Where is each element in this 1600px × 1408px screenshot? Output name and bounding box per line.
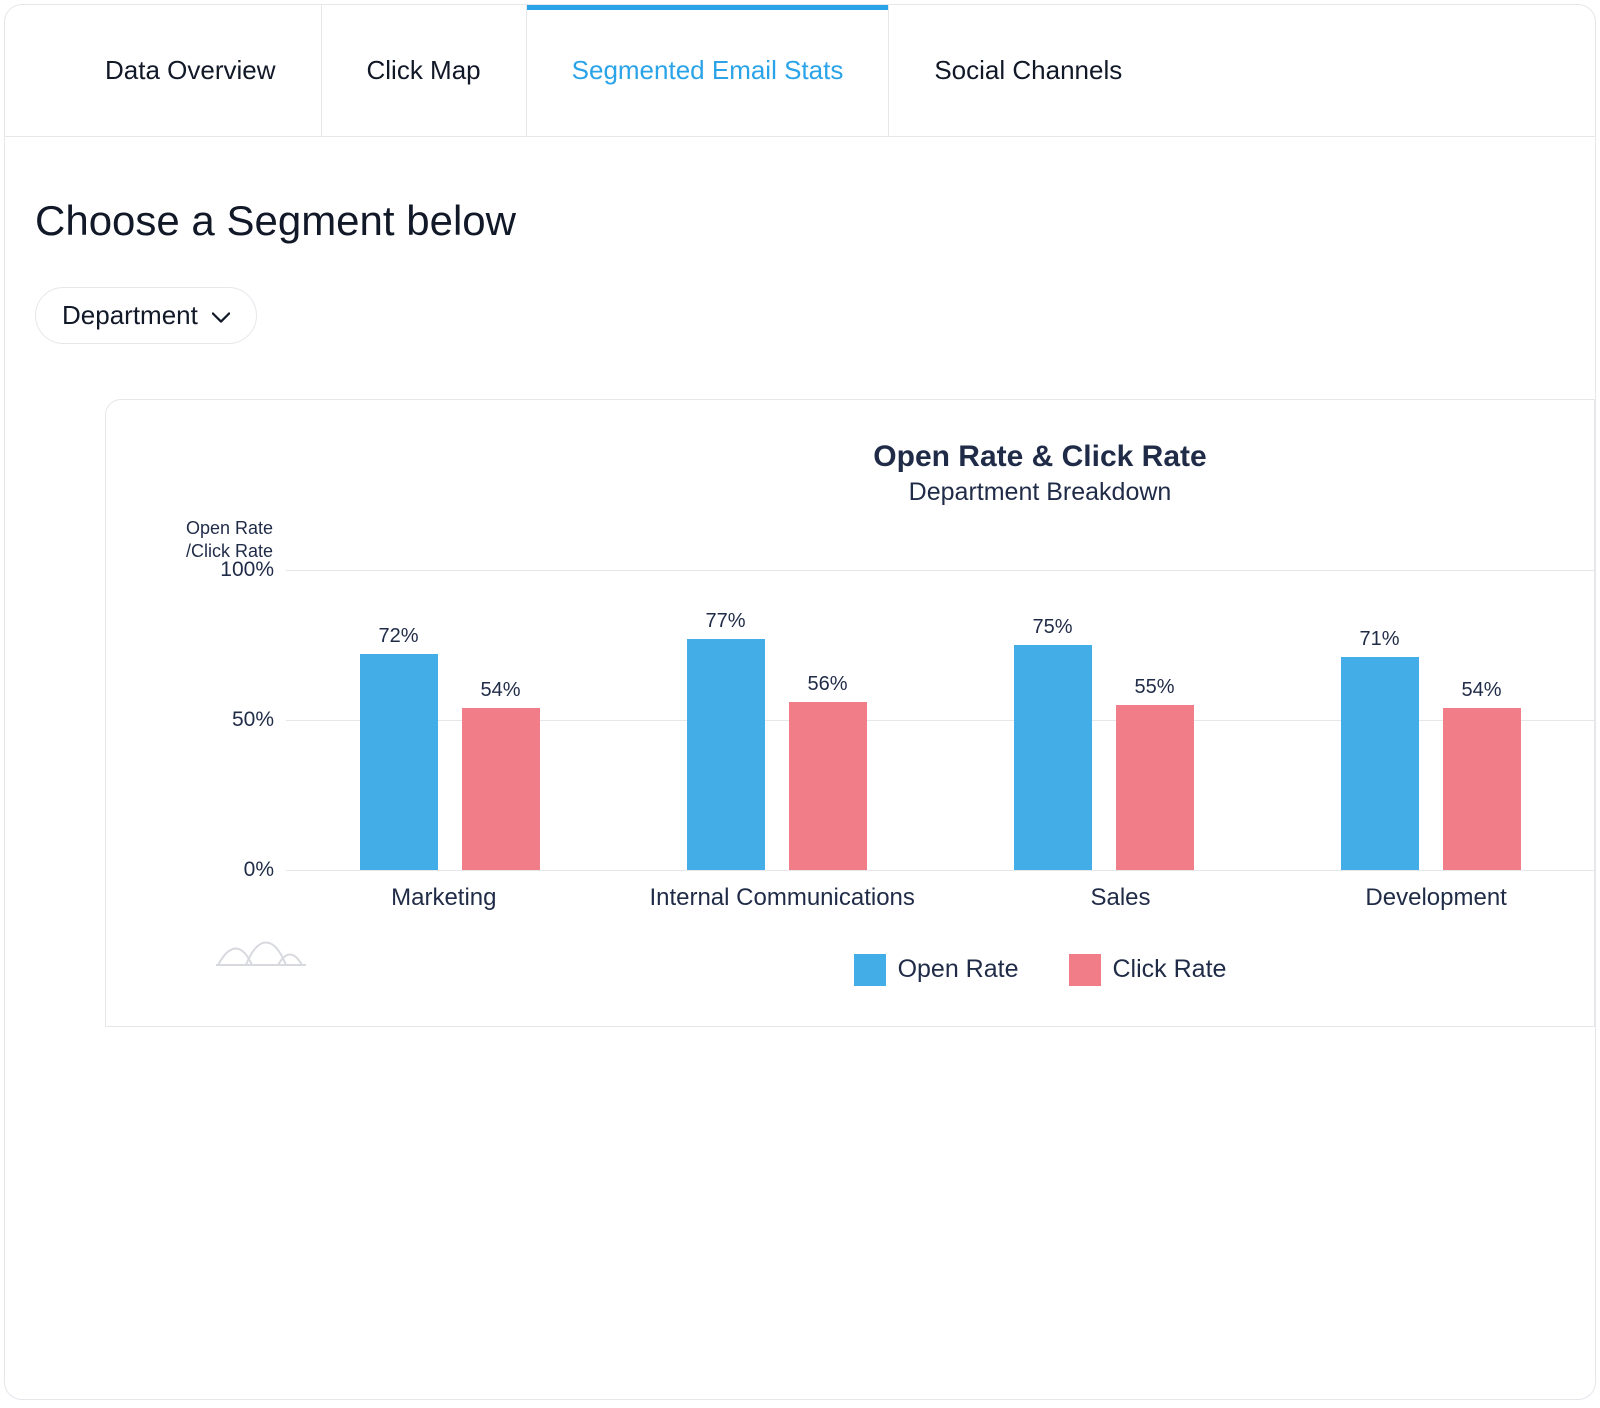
segment-dropdown[interactable]: Department [35, 287, 257, 344]
y-tick-0: 0% [244, 858, 274, 882]
bar-value-label: 75% [1032, 616, 1072, 639]
x-category-label: Development [1326, 870, 1546, 912]
bar-value-label: 54% [1461, 679, 1501, 702]
bar-group: 72% 54% [340, 625, 560, 870]
chart-x-axis: Marketing Internal Communications Sales Dev… [286, 870, 1594, 912]
tab-data-overview[interactable]: Data Overview [60, 5, 322, 136]
bar-click-rate [462, 708, 540, 870]
legend-click-rate: Click Rate [1069, 954, 1227, 986]
tab-segmented-email-stats[interactable]: Segmented Email Stats [527, 5, 890, 136]
bar-group: 75% 55% [994, 616, 1214, 870]
bar-value-label: 54% [480, 679, 520, 702]
qualtrics-logo-icon [216, 935, 306, 980]
chart-legend: Open Rate Click Rate [146, 954, 1594, 986]
x-category-label: Internal Communications [649, 870, 914, 912]
y-tick-100: 100% [220, 558, 274, 582]
bar-wrap: 75% [1014, 616, 1092, 870]
content-area: Choose a Segment below Department Open R… [5, 137, 1595, 1027]
bar-wrap: 77% [687, 610, 765, 870]
bar-open-rate [687, 639, 765, 870]
bar-group: 71% 54% [1321, 628, 1541, 870]
tab-bar: Data Overview Click Map Segmented Email … [5, 5, 1595, 137]
chart-y-axis: 100% 50% 0% [146, 570, 286, 870]
bar-open-rate [360, 654, 438, 870]
chart-header: Open Rate & Click Rate Department Breakd… [146, 440, 1594, 507]
chevron-down-icon [212, 300, 230, 331]
tab-social-channels[interactable]: Social Channels [889, 5, 1167, 136]
app-window: Data Overview Click Map Segmented Email … [4, 4, 1596, 1400]
chart-y-axis-label: Open Rate /Click Rate [186, 517, 1594, 564]
bar-value-label: 56% [807, 673, 847, 696]
x-category-label: Marketing [334, 870, 554, 912]
y-tick-50: 50% [232, 708, 274, 732]
page-title: Choose a Segment below [35, 197, 1595, 245]
bar-value-label: 77% [705, 610, 745, 633]
bar-wrap: 55% [1116, 676, 1194, 870]
chart-plot: 100% 50% 0% 72% 54% 77% 56% 75% 55% 71% 54% [146, 570, 1594, 870]
legend-label: Open Rate [898, 955, 1019, 984]
chart-plot-area: 72% 54% 77% 56% 75% 55% 71% 54% [286, 570, 1594, 870]
chart-panel: Open Rate & Click Rate Department Breakd… [105, 399, 1595, 1027]
bar-group: 77% 56% [667, 610, 887, 870]
segment-dropdown-label: Department [62, 300, 198, 331]
bar-wrap: 72% [360, 625, 438, 870]
chart-subtitle: Department Breakdown [486, 478, 1594, 507]
x-category-label: Sales [1011, 870, 1231, 912]
bar-click-rate [1116, 705, 1194, 870]
gridline [286, 870, 1594, 871]
bar-click-rate [1443, 708, 1521, 870]
bar-click-rate [789, 702, 867, 870]
chart-title: Open Rate & Click Rate [486, 440, 1594, 474]
bar-open-rate [1014, 645, 1092, 870]
bar-wrap: 56% [789, 673, 867, 870]
bar-value-label: 71% [1359, 628, 1399, 651]
tab-click-map[interactable]: Click Map [322, 5, 527, 136]
bar-open-rate [1341, 657, 1419, 870]
legend-swatch-click [1069, 954, 1101, 986]
bar-wrap: 54% [1443, 679, 1521, 870]
bar-value-label: 55% [1134, 676, 1174, 699]
bar-wrap: 71% [1341, 628, 1419, 870]
bar-wrap: 54% [462, 679, 540, 870]
legend-open-rate: Open Rate [854, 954, 1019, 986]
bar-value-label: 72% [378, 625, 418, 648]
legend-label: Click Rate [1113, 955, 1227, 984]
legend-swatch-open [854, 954, 886, 986]
